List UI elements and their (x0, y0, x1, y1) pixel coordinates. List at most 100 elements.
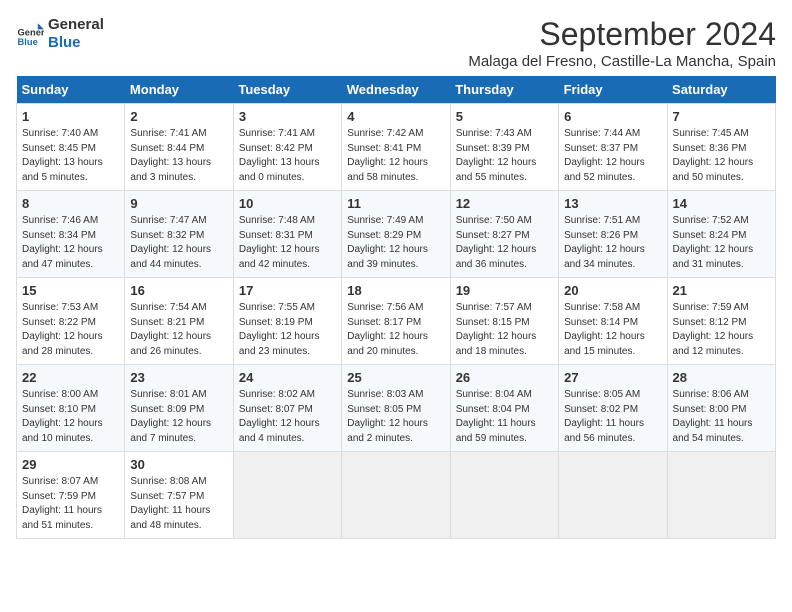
day-info: Sunrise: 7:51 AM Sunset: 8:26 PM Dayligh… (564, 214, 661, 272)
day-info: Sunrise: 7:40 AM Sunset: 8:45 PM Dayligh… (22, 127, 119, 185)
calendar-cell (559, 452, 667, 539)
calendar-cell: 21 Sunrise: 7:59 AM Sunset: 8:12 PM Dayli… (667, 278, 775, 365)
calendar-cell: 27Sunrise: 8:05 AM Sunset: 8:02 PM Dayli… (559, 365, 667, 452)
header-monday: Monday (125, 76, 233, 104)
calendar-cell (667, 452, 775, 539)
day-number: 20 (564, 283, 661, 298)
day-number: 8 (22, 196, 119, 211)
day-info: Sunrise: 8:07 AM Sunset: 7:59 PM Dayligh… (22, 475, 119, 533)
day-info: Sunrise: 7:45 AM Sunset: 8:36 PM Dayligh… (673, 127, 770, 185)
header-wednesday: Wednesday (342, 76, 450, 104)
calendar-cell: 28 Sunrise: 8:06 AM Sunset: 8:00 PM Dayli… (667, 365, 775, 452)
logo-line2: Blue (48, 34, 104, 52)
header-row: Sunday Monday Tuesday Wednesday Thursday… (17, 76, 776, 104)
day-info: Sunrise: 7:47 AM Sunset: 8:32 PM Dayligh… (130, 214, 227, 272)
calendar-cell: 19Sunrise: 7:57 AM Sunset: 8:15 PM Dayli… (450, 278, 558, 365)
day-number: 16 (130, 283, 227, 298)
calendar-cell: 4 Sunrise: 7:42 AM Sunset: 8:41 PM Daylig… (342, 104, 450, 191)
day-number: 30 (130, 457, 227, 472)
day-number: 21 (673, 283, 770, 298)
day-number: 12 (456, 196, 553, 211)
day-number: 27 (564, 370, 661, 385)
calendar-week-3: 22 Sunrise: 8:00 AM Sunset: 8:10 PM Dayli… (17, 365, 776, 452)
day-number: 17 (239, 283, 336, 298)
day-number: 14 (673, 196, 770, 211)
day-number: 26 (456, 370, 553, 385)
day-number: 24 (239, 370, 336, 385)
calendar-cell (342, 452, 450, 539)
day-info: Sunrise: 7:56 AM Sunset: 8:17 PM Dayligh… (347, 301, 444, 359)
day-number: 7 (673, 109, 770, 124)
day-number: 1 (22, 109, 119, 124)
day-info: Sunrise: 8:03 AM Sunset: 8:05 PM Dayligh… (347, 388, 444, 446)
logo-line1: General (48, 16, 104, 34)
day-number: 11 (347, 196, 444, 211)
calendar-cell (450, 452, 558, 539)
day-number: 22 (22, 370, 119, 385)
day-info: Sunrise: 7:43 AM Sunset: 8:39 PM Dayligh… (456, 127, 553, 185)
day-info: Sunrise: 7:50 AM Sunset: 8:27 PM Dayligh… (456, 214, 553, 272)
calendar-cell: 23 Sunrise: 8:01 AM Sunset: 8:09 PM Dayli… (125, 365, 233, 452)
day-info: Sunrise: 8:08 AM Sunset: 7:57 PM Dayligh… (130, 475, 227, 533)
day-number: 28 (673, 370, 770, 385)
day-number: 13 (564, 196, 661, 211)
calendar-cell: 1 Sunrise: 7:40 AM Sunset: 8:45 PM Daylig… (17, 104, 125, 191)
logo: General Blue General Blue (16, 16, 104, 52)
day-info: Sunrise: 8:00 AM Sunset: 8:10 PM Dayligh… (22, 388, 119, 446)
day-number: 10 (239, 196, 336, 211)
calendar-cell: 14 Sunrise: 7:52 AM Sunset: 8:24 PM Dayli… (667, 191, 775, 278)
calendar-cell: 18Sunrise: 7:56 AM Sunset: 8:17 PM Dayli… (342, 278, 450, 365)
calendar-cell: 8 Sunrise: 7:46 AM Sunset: 8:34 PM Daylig… (17, 191, 125, 278)
day-info: Sunrise: 7:53 AM Sunset: 8:22 PM Dayligh… (22, 301, 119, 359)
calendar-cell (233, 452, 341, 539)
calendar-table: Sunday Monday Tuesday Wednesday Thursday… (16, 76, 776, 539)
day-number: 25 (347, 370, 444, 385)
calendar-cell: 16 Sunrise: 7:54 AM Sunset: 8:21 PM Dayli… (125, 278, 233, 365)
header-friday: Friday (559, 76, 667, 104)
day-info: Sunrise: 8:04 AM Sunset: 8:04 PM Dayligh… (456, 388, 553, 446)
day-info: Sunrise: 7:42 AM Sunset: 8:41 PM Dayligh… (347, 127, 444, 185)
calendar-cell: 15 Sunrise: 7:53 AM Sunset: 8:22 PM Dayli… (17, 278, 125, 365)
day-number: 23 (130, 370, 227, 385)
calendar-cell: 24Sunrise: 8:02 AM Sunset: 8:07 PM Dayli… (233, 365, 341, 452)
header-tuesday: Tuesday (233, 76, 341, 104)
day-info: Sunrise: 7:49 AM Sunset: 8:29 PM Dayligh… (347, 214, 444, 272)
day-number: 15 (22, 283, 119, 298)
title-block: September 2024 Malaga del Fresno, Castil… (468, 16, 776, 70)
day-number: 3 (239, 109, 336, 124)
day-info: Sunrise: 7:52 AM Sunset: 8:24 PM Dayligh… (673, 214, 770, 272)
calendar-week-1: 8 Sunrise: 7:46 AM Sunset: 8:34 PM Daylig… (17, 191, 776, 278)
calendar-cell: 3Sunrise: 7:41 AM Sunset: 8:42 PM Daylig… (233, 104, 341, 191)
day-number: 9 (130, 196, 227, 211)
calendar-week-0: 1 Sunrise: 7:40 AM Sunset: 8:45 PM Daylig… (17, 104, 776, 191)
day-info: Sunrise: 7:44 AM Sunset: 8:37 PM Dayligh… (564, 127, 661, 185)
svg-text:Blue: Blue (18, 37, 38, 47)
location-subtitle: Malaga del Fresno, Castille-La Mancha, S… (468, 53, 776, 70)
calendar-week-4: 29Sunrise: 8:07 AM Sunset: 7:59 PM Dayli… (17, 452, 776, 539)
header-saturday: Saturday (667, 76, 775, 104)
day-number: 4 (347, 109, 444, 124)
month-title: September 2024 (468, 16, 776, 53)
calendar-cell: 7 Sunrise: 7:45 AM Sunset: 8:36 PM Daylig… (667, 104, 775, 191)
calendar-cell: 6 Sunrise: 7:44 AM Sunset: 8:37 PM Daylig… (559, 104, 667, 191)
calendar-cell: 5 Sunrise: 7:43 AM Sunset: 8:39 PM Daylig… (450, 104, 558, 191)
day-info: Sunrise: 7:59 AM Sunset: 8:12 PM Dayligh… (673, 301, 770, 359)
day-info: Sunrise: 7:55 AM Sunset: 8:19 PM Dayligh… (239, 301, 336, 359)
day-info: Sunrise: 7:54 AM Sunset: 8:21 PM Dayligh… (130, 301, 227, 359)
day-info: Sunrise: 8:01 AM Sunset: 8:09 PM Dayligh… (130, 388, 227, 446)
calendar-cell: 11 Sunrise: 7:49 AM Sunset: 8:29 PM Dayli… (342, 191, 450, 278)
day-number: 2 (130, 109, 227, 124)
calendar-cell: 17 Sunrise: 7:55 AM Sunset: 8:19 PM Dayli… (233, 278, 341, 365)
day-info: Sunrise: 7:48 AM Sunset: 8:31 PM Dayligh… (239, 214, 336, 272)
calendar-week-2: 15 Sunrise: 7:53 AM Sunset: 8:22 PM Dayli… (17, 278, 776, 365)
day-info: Sunrise: 8:06 AM Sunset: 8:00 PM Dayligh… (673, 388, 770, 446)
calendar-cell: 25 Sunrise: 8:03 AM Sunset: 8:05 PM Dayli… (342, 365, 450, 452)
calendar-cell: 12 Sunrise: 7:50 AM Sunset: 8:27 PM Dayli… (450, 191, 558, 278)
day-number: 6 (564, 109, 661, 124)
calendar-cell: 9 Sunrise: 7:47 AM Sunset: 8:32 PM Daylig… (125, 191, 233, 278)
day-number: 5 (456, 109, 553, 124)
calendar-cell: 30 Sunrise: 8:08 AM Sunset: 7:57 PM Dayli… (125, 452, 233, 539)
header: General Blue General Blue September 2024… (16, 16, 776, 70)
day-info: Sunrise: 7:46 AM Sunset: 8:34 PM Dayligh… (22, 214, 119, 272)
calendar-cell: 13 Sunrise: 7:51 AM Sunset: 8:26 PM Dayli… (559, 191, 667, 278)
